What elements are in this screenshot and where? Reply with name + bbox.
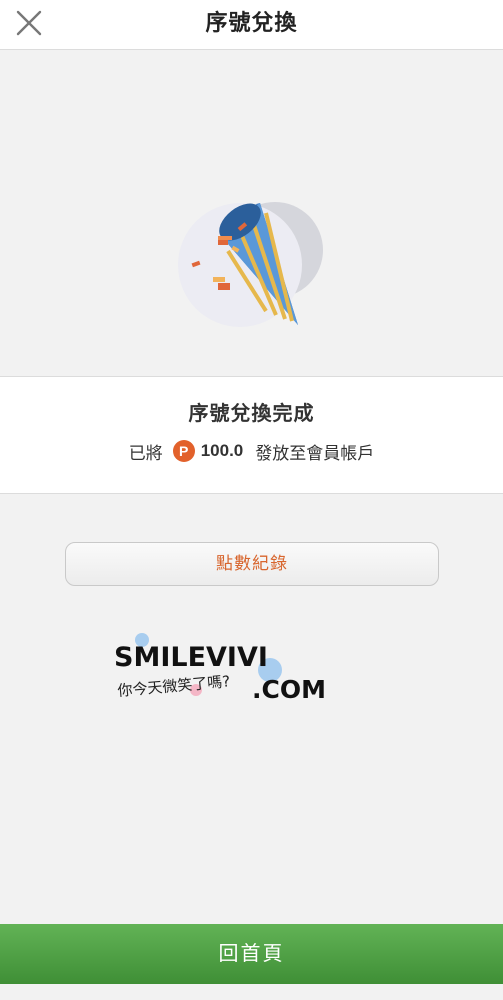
result-suffix: 發放至會員帳戶 xyxy=(255,443,375,463)
bottom-safe-area xyxy=(0,984,503,1000)
point-history-button[interactable]: 點數紀錄 xyxy=(65,542,439,586)
result-message: 已將 P 100.0 發放至會員帳戶 xyxy=(0,437,503,465)
result-prefix: 已將 xyxy=(128,443,163,463)
page-title: 序號兌換 xyxy=(205,10,298,35)
point-icon: P xyxy=(172,440,195,462)
result-card: 序號兌換完成 已將 P 100.0 發放至會員帳戶 xyxy=(0,376,503,494)
watermark-domain: .COM xyxy=(252,675,326,704)
watermark-slogan: 你今天微笑了嗎? xyxy=(117,672,231,700)
app-header: 序號兌換 xyxy=(0,0,503,50)
watermark-brand: SMILEVIVI xyxy=(114,642,268,673)
watermark-logo: SMILEVIVI .COM 你今天微笑了嗎? xyxy=(114,633,326,704)
home-button[interactable]: 回首頁 xyxy=(0,924,503,984)
party-popper-icon xyxy=(178,202,323,327)
result-title: 序號兌換完成 xyxy=(188,403,315,425)
point-amount: 100.0 xyxy=(200,441,244,460)
